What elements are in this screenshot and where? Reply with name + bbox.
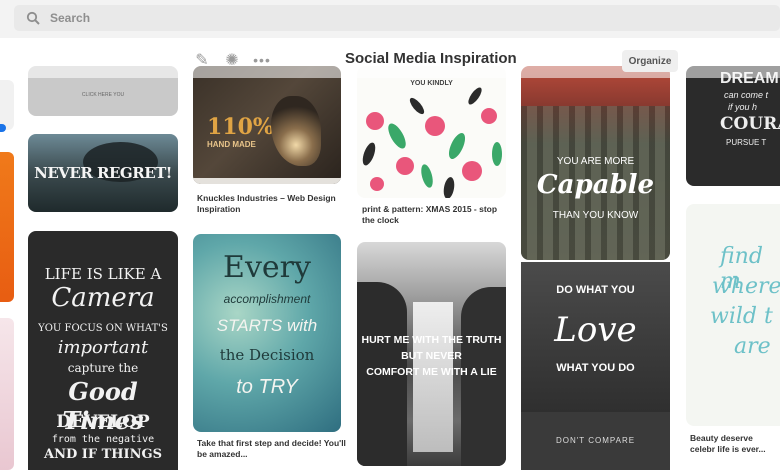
capable-line: YOU ARE MORE [556,156,635,167]
camera-quote-line: from the negative [51,434,155,445]
waterfall-line: COMFORT ME WITH A LIE [366,366,497,378]
pin-waterfall[interactable]: HURT ME WITH THE TRUTH BUT NEVER COMFORT… [357,242,506,466]
pin-capable[interactable]: YOU ARE MORE Capable THAN YOU KNOW [521,66,670,260]
pin-every-accomplishment[interactable]: Every accomplishment STARTS with the Dec… [193,234,341,432]
every-line: the Decision [219,346,315,364]
find-me-line: wild t [710,304,773,329]
pin-click-here-text: CLICK HERE YOU [81,92,125,98]
every-line: to TRY [236,376,298,398]
link-indicator [0,124,6,132]
waterfall-line: HURT ME WITH THE TRUTH [361,334,502,346]
drill-image [271,96,321,166]
love-line: Love [554,310,637,350]
camera-quote-line: YOU FOCUS ON WHAT'S [38,323,168,334]
love-line: DO WHAT YOU [556,284,635,296]
capable-line: Capable [536,170,655,200]
find-me-line: are [734,334,771,359]
left-pin-orange[interactable] [0,152,14,302]
pin-knuckles[interactable]: 110% HAND MADE [193,66,341,184]
camera-quote-line: DEVELOP [56,412,150,432]
dream-line: PURSUE T [726,138,767,147]
pin-dream[interactable]: DREAM can come t if you h COURAG PURSUE … [686,66,780,186]
pencil-icon[interactable]: ✎ [192,51,212,69]
dream-line: COURAG [720,114,780,134]
knuckles-percent: 110% [207,114,274,140]
camera-quote-line: Camera [51,283,155,313]
pin-xmas-pattern[interactable]: YOU KINDLY [357,66,506,198]
pin-dont-compare[interactable]: DON'T COMPARE [521,412,670,470]
camera-quote-line: AND IF THINGS [43,447,162,462]
every-line: Every [223,250,311,285]
pin-love[interactable]: DO WHAT YOU Love WHAT YOU DO [521,262,670,412]
camera-quote-line: LIFE IS LIKE A [44,265,162,283]
capable-line: THAN YOU KNOW [552,210,639,221]
top-bar [0,0,780,38]
every-line: accomplishment [223,292,311,306]
left-pin-floral[interactable] [0,318,14,470]
search-input[interactable] [48,10,652,26]
waterfall-line: BUT NEVER [401,350,462,362]
dream-line: can come t [724,90,769,100]
pin-find-me[interactable]: find m where wild t are [686,204,780,426]
organize-button[interactable]: Organize [622,50,678,72]
search-bar[interactable] [14,5,780,31]
love-line: WHAT YOU DO [556,362,635,374]
pin-find-me-caption: Beauty deserve celebr life is ever... [690,433,766,454]
pin-xmas-caption: print & pattern: XMAS 2015 - stop the cl… [362,204,498,225]
dont-compare-text: DON'T COMPARE [555,436,636,445]
search-icon [26,11,40,25]
dream-line: if you h [728,102,758,112]
board-title: Social Media Inspiration [345,50,517,67]
knuckles-handmade: HAND MADE [207,140,256,149]
pin-every-caption: Take that first step and decide! You'll … [197,438,346,459]
pin-never-regret[interactable]: NEVER REGRET! [28,134,178,212]
pin-never-regret-text: NEVER REGRET! [34,164,172,182]
floral-pattern [362,87,502,198]
camera-quote-line: important [57,337,149,358]
every-line: STARTS with [216,316,318,335]
find-me-line: where [712,274,780,299]
more-icon[interactable]: ••• [252,51,272,69]
pin-camera-quote[interactable]: LIFE IS LIKE A Camera YOU FOCUS ON WHAT'… [28,231,178,470]
pin-knuckles-caption: Knuckles Industries – Web Design Inspira… [197,193,336,214]
knuckles-strip [193,178,341,184]
gear-icon[interactable]: ✺ [222,51,242,69]
left-column-partial [0,80,14,130]
camera-quote-line: capture the [67,361,139,375]
